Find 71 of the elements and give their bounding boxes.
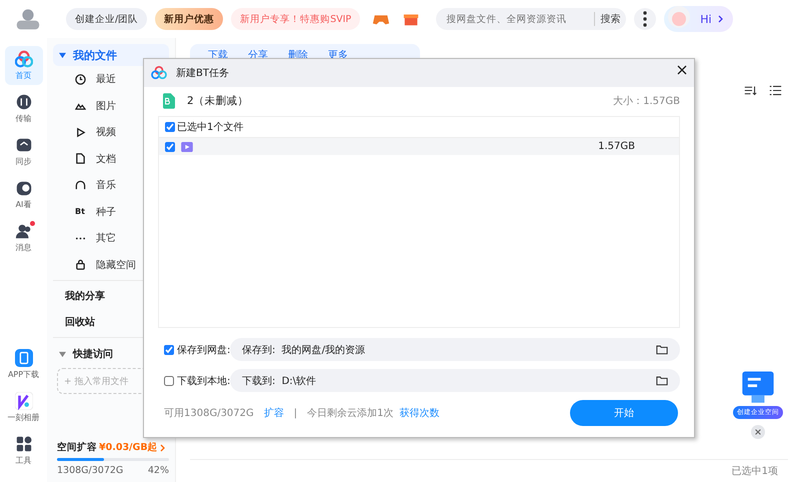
- search-button[interactable]: 搜索: [594, 12, 620, 26]
- folder-icon[interactable]: [656, 375, 668, 386]
- rail-item[interactable]: 一刻相册: [4, 388, 42, 427]
- target-label: 下载到本地:: [177, 374, 230, 388]
- chevron-icon: [160, 444, 165, 452]
- path-field[interactable]: 保存到: 我的网盘/我的资源: [230, 338, 680, 361]
- file-checkbox[interactable]: [165, 142, 175, 152]
- album-icon: [14, 392, 32, 410]
- sidebar-item[interactable]: 视频: [96, 125, 116, 140]
- file-size: 1.57GB: [598, 141, 635, 152]
- folder-icon[interactable]: [656, 344, 668, 355]
- sort-icon[interactable]: [744, 84, 757, 97]
- list-view-icon[interactable]: [769, 84, 782, 97]
- available-space: 可用1308G/3072G: [164, 407, 254, 420]
- torrent-size: 大小：1.57GB: [613, 94, 680, 108]
- recent-icon: [75, 74, 86, 85]
- storage-usage: 1308G/3072G: [57, 465, 124, 476]
- doc-icon: [75, 153, 86, 164]
- torrent-name: 2（未删减）: [187, 94, 249, 108]
- target-checkbox[interactable]: [164, 344, 174, 354]
- video-file-icon: [181, 142, 193, 152]
- storage-percent: 42%: [148, 465, 169, 476]
- sidebar-item[interactable]: 音乐: [96, 178, 116, 192]
- selection-count: 已选中1个文件: [177, 120, 244, 134]
- target-checkbox[interactable]: [164, 376, 174, 386]
- dialog-title: 新建BT任务: [176, 66, 229, 80]
- close-icon[interactable]: [754, 428, 762, 436]
- caret-icon: [59, 350, 66, 358]
- rail-item[interactable]: APP下载: [4, 345, 42, 384]
- sidebar-item[interactable]: 最近: [96, 72, 116, 86]
- app-icon: [14, 349, 32, 367]
- rail-item[interactable]: 同步: [4, 132, 42, 171]
- sidebar-item[interactable]: 图片: [96, 98, 116, 113]
- more-icon[interactable]: [643, 11, 648, 27]
- rail-item[interactable]: 消息: [4, 218, 42, 257]
- top-button[interactable]: 创建企业/团队: [66, 8, 148, 30]
- start-button[interactable]: 开始: [570, 400, 678, 426]
- rail-item[interactable]: AI看: [4, 175, 42, 214]
- top-button[interactable]: 新用户优惠: [155, 8, 224, 30]
- separator: |: [294, 408, 298, 418]
- expand-link[interactable]: 扩容: [264, 406, 284, 420]
- path-field[interactable]: 下载到: D:\软件: [230, 369, 680, 392]
- search-field[interactable]: 搜网盘文件、全网资源资讯 搜索: [436, 8, 626, 30]
- assistant-button[interactable]: Hi: [664, 6, 733, 32]
- home-icon: [14, 50, 32, 68]
- sidebar-section[interactable]: 快捷访问: [53, 340, 169, 368]
- sidebar-item[interactable]: 文档: [96, 152, 116, 166]
- sidebar-item[interactable]: 其它: [96, 231, 116, 246]
- torrent-icon: Bt: [75, 207, 86, 216]
- select-all-checkbox[interactable]: [165, 122, 175, 132]
- video-icon: [75, 126, 86, 138]
- sidebar-section[interactable]: 我的文件: [53, 44, 169, 66]
- message-icon: [14, 222, 32, 240]
- rail-item[interactable]: 传输: [4, 89, 42, 128]
- sidebar-item[interactable]: 隐藏空间: [96, 258, 136, 272]
- hidden-icon: [75, 259, 86, 270]
- cloud-logo-icon: [150, 66, 168, 80]
- sidebar-item[interactable]: 种子: [96, 204, 116, 219]
- target-label: 保存到网盘:: [177, 344, 230, 356]
- torrent-file-icon: [163, 92, 175, 108]
- quota-text: 今日剩余云添加1次: [307, 406, 394, 420]
- more-button[interactable]: [634, 8, 656, 30]
- chevron-icon: [718, 15, 723, 23]
- get-quota-link[interactable]: 获得次数: [400, 406, 440, 420]
- music-icon: [75, 180, 86, 191]
- status-text: 已选中1项: [190, 459, 788, 482]
- close-button[interactable]: [676, 63, 688, 75]
- rail-item[interactable]: 工具: [4, 431, 42, 470]
- storage-label: 空间扩容: [57, 441, 97, 454]
- tools-icon: [14, 435, 32, 453]
- caret-icon: [59, 52, 66, 58]
